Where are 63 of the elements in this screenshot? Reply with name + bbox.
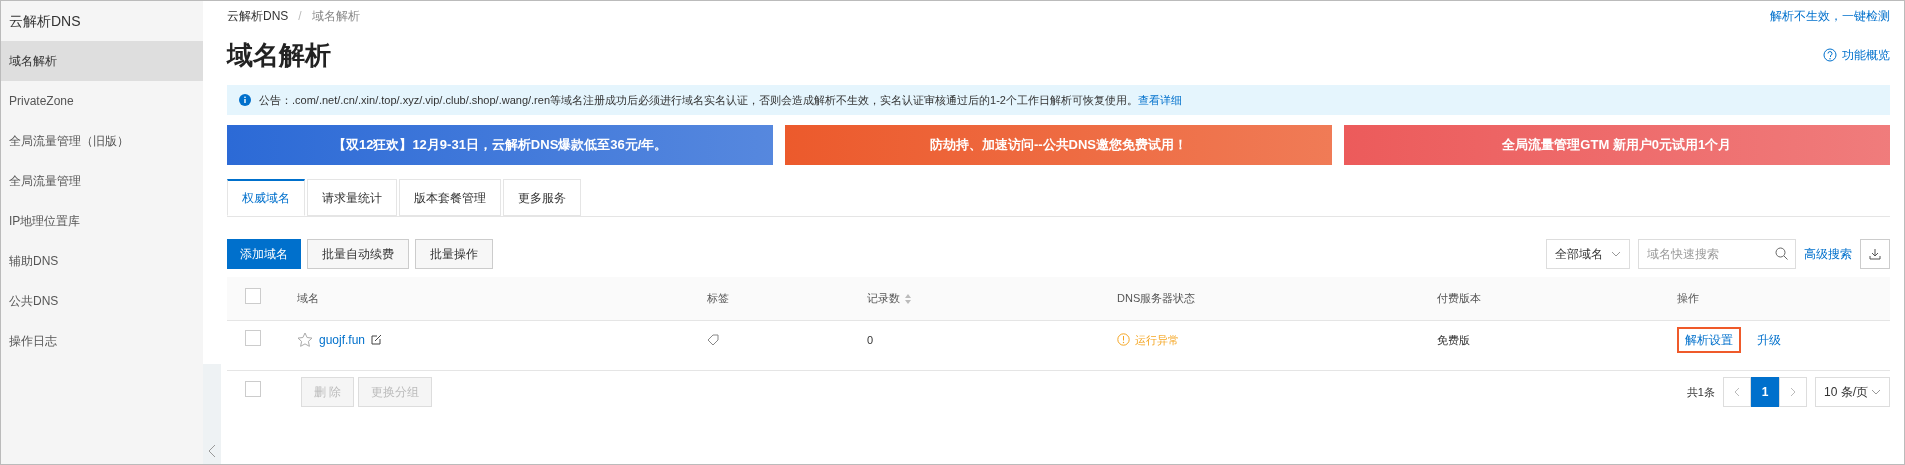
chevron-down-icon: [1871, 389, 1881, 395]
prev-page-button[interactable]: [1723, 377, 1751, 407]
sidebar-item[interactable]: 全局流量管理（旧版）: [1, 121, 203, 161]
status-text: 运行异常: [1135, 332, 1179, 348]
edit-icon: [371, 334, 383, 346]
page-title: 域名解析: [227, 38, 331, 72]
add-domain-button[interactable]: 添加域名: [227, 239, 301, 269]
tab[interactable]: 更多服务: [503, 179, 581, 216]
column-header: 记录数: [867, 291, 900, 307]
diagnose-link[interactable]: 解析不生效，一键检测: [1770, 7, 1890, 25]
table-cell-text: 0: [867, 332, 875, 348]
checkbox[interactable]: [245, 329, 261, 346]
chevron-left-icon: [1734, 387, 1740, 397]
toolbar-button[interactable]: 批量自动续费: [307, 239, 409, 269]
column-header: 付费版本: [1437, 291, 1481, 307]
sidebar-item[interactable]: PrivateZone: [1, 81, 203, 121]
action-link[interactable]: 升级: [1749, 326, 1789, 353]
column-header: 操作: [1677, 291, 1699, 307]
chevron-right-icon: [1790, 387, 1796, 397]
advanced-search-link[interactable]: 高级搜索: [1804, 245, 1852, 263]
breadcrumb-item: 域名解析: [311, 8, 360, 25]
collapse-handle[interactable]: [203, 364, 221, 464]
column-header: DNS服务器状态: [1117, 291, 1196, 307]
table-cell-text: 免费版: [1437, 332, 1471, 348]
details-link[interactable]: 查看详细: [1137, 93, 1182, 106]
sidebar-item[interactable]: 操作日志: [1, 321, 203, 361]
sort-icon: [904, 292, 912, 305]
chevron-left-icon: [208, 444, 216, 458]
sidebar-item[interactable]: 公共DNS: [1, 281, 203, 321]
column-header: 域名: [297, 291, 319, 307]
tab[interactable]: 版本套餐管理: [399, 179, 501, 216]
overview-link[interactable]: 功能概览: [1842, 46, 1890, 64]
info-icon: [239, 94, 251, 106]
next-page-button[interactable]: [1779, 377, 1807, 407]
checkbox[interactable]: [245, 381, 261, 397]
tab[interactable]: 权威域名: [227, 179, 305, 216]
breadcrumb-separator: /: [298, 8, 302, 25]
page-size-dropdown[interactable]: 10 条/页: [1815, 377, 1890, 407]
sidebar-title: 云解析DNS: [8, 11, 82, 31]
action-link[interactable]: 解析设置: [1677, 326, 1741, 353]
sidebar-item[interactable]: 全局流量管理: [1, 161, 203, 201]
warning-icon: [1117, 333, 1130, 347]
sidebar-item[interactable]: IP地理位置库: [1, 201, 203, 241]
notice-text: 公告：.com/.net/.cn/.xin/.top/.xyz/.vip/.club/.shop/.wang/.ren等域名注册成功后必须进行域名实名认证，否则会造成解析不生效，实名认证审核通过后的1-2个工作日解析可恢复使用。查看详细: [259, 92, 1182, 108]
domain-link[interactable]: guojf.fun: [319, 330, 366, 349]
toolbar-button[interactable]: 批量操作: [415, 239, 493, 269]
sidebar-item[interactable]: 域名解析: [1, 41, 203, 81]
filter-dropdown[interactable]: 全部域名: [1546, 239, 1630, 269]
sidebar-item[interactable]: 辅助DNS: [1, 241, 203, 281]
tab[interactable]: 请求量统计: [307, 179, 397, 216]
tag-icon: [707, 333, 719, 346]
search-icon: [1775, 247, 1788, 260]
total-count: 共1条: [1686, 384, 1715, 400]
breadcrumb-item[interactable]: 云解析DNS: [227, 7, 289, 25]
search-field[interactable]: 域名快速搜索: [1638, 239, 1796, 269]
checkbox[interactable]: [245, 288, 261, 305]
page-button[interactable]: 1: [1751, 377, 1779, 407]
download-button[interactable]: [1860, 239, 1890, 269]
help-icon: [1823, 48, 1837, 62]
column-header: 标签: [707, 291, 729, 307]
download-icon: [1869, 248, 1881, 260]
chevron-down-icon: [1611, 251, 1621, 257]
promo-banner[interactable]: 【双12狂欢】12月9-31日，云解析DNS爆款低至36元/年。: [227, 125, 774, 165]
